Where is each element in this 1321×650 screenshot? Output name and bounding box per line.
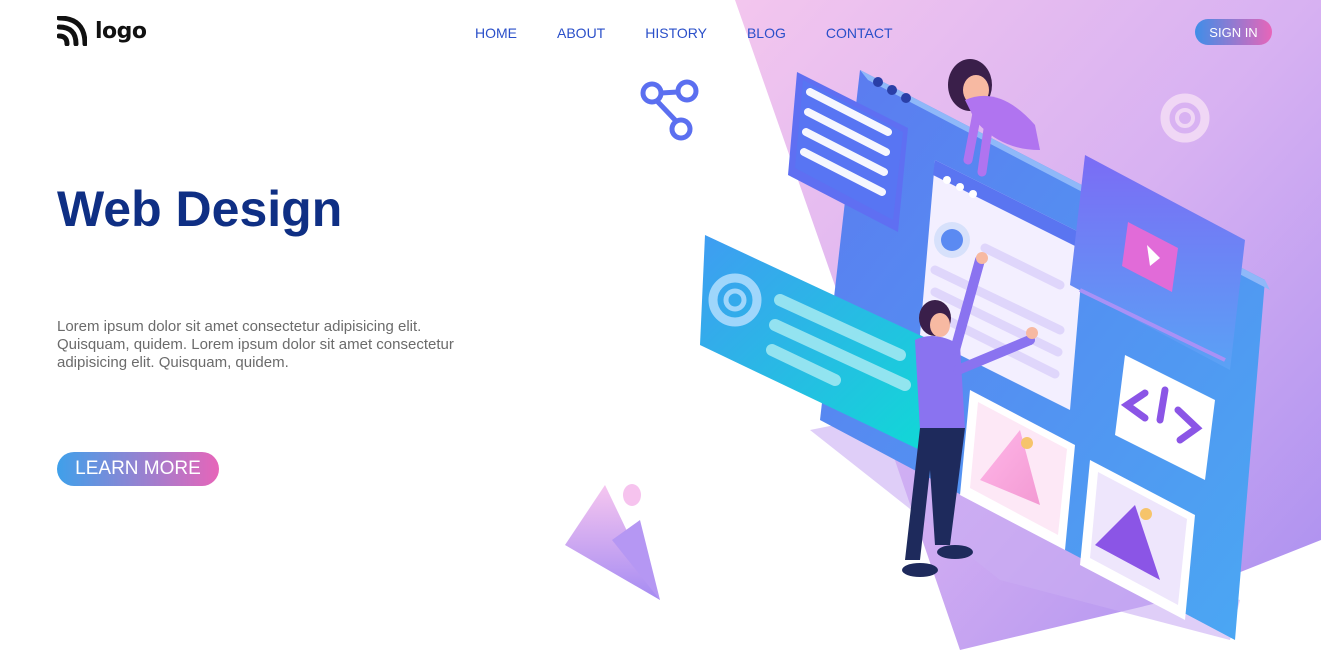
wifi-logo-icon (57, 16, 87, 46)
nav-history[interactable]: HISTORY (645, 25, 707, 41)
learn-more-button[interactable]: LEARN MORE (57, 452, 219, 486)
logo-text: logo (95, 18, 147, 44)
sign-in-button[interactable]: SIGN IN (1195, 19, 1272, 45)
hero-title: Web Design (57, 181, 343, 237)
share-icon (640, 79, 699, 141)
nav-contact[interactable]: CONTACT (826, 25, 893, 41)
nav-about[interactable]: ABOUT (557, 25, 605, 41)
hero-illustration (565, 59, 1270, 640)
main-nav: HOME ABOUT HISTORY BLOG CONTACT (475, 25, 933, 41)
nav-blog[interactable]: BLOG (747, 25, 786, 41)
gear-decor-icon (1160, 93, 1210, 143)
nav-home[interactable]: HOME (475, 25, 517, 41)
hero-text: Lorem ipsum dolor sit amet consectetur a… (57, 318, 454, 371)
mountain-decor (565, 484, 660, 600)
logo[interactable]: logo (57, 16, 147, 46)
